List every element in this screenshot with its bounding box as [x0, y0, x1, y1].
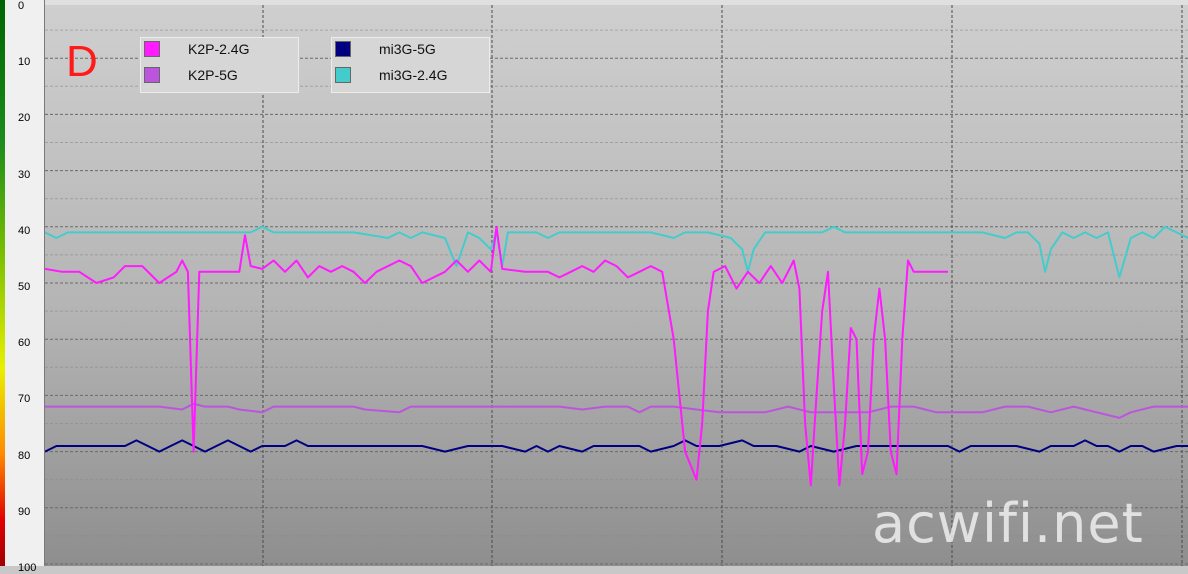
legend-item-k2p-5: K2P-5G [140, 64, 297, 88]
legend-item-mi3g-24: mi3G-2.4G [331, 64, 488, 88]
y-tick-label: 90 [18, 505, 31, 518]
watermark: acwifi.net [872, 492, 1144, 555]
legend-swatch [335, 41, 351, 57]
y-tick-label: 100 [18, 562, 37, 574]
signal-gradient-bar [0, 0, 5, 566]
y-tick-label: 70 [18, 393, 31, 406]
y-tick-label: 30 [18, 168, 31, 181]
legend-swatch [144, 41, 160, 57]
series-line-mi3g-2-4g [45, 225, 1188, 279]
legend-label: K2P-5G [188, 67, 238, 83]
legend-swatch [335, 67, 351, 83]
panel-label: D [66, 37, 98, 86]
y-tick-label: 50 [18, 281, 31, 293]
legend-label: mi3G-5G [379, 41, 436, 57]
legend-label: mi3G-2.4G [379, 67, 448, 83]
y-tick-label: 0 [18, 0, 25, 12]
y-tick-label: 10 [18, 56, 31, 69]
y-tick-label: 40 [18, 224, 31, 237]
y-tick-label: 80 [18, 449, 31, 462]
legend-label: K2P-2.4G [188, 41, 250, 57]
legend-swatch [144, 67, 160, 83]
y-tick-label: 60 [18, 337, 31, 350]
series-line-k2p-5g [45, 402, 1188, 419]
series-line-mi3g-5g [45, 439, 1188, 453]
y-tick-label: 20 [18, 112, 31, 125]
legend-item-mi3g-5: mi3G-5G [331, 38, 488, 62]
legend-item-k2p-24: K2P-2.4G [140, 38, 297, 62]
